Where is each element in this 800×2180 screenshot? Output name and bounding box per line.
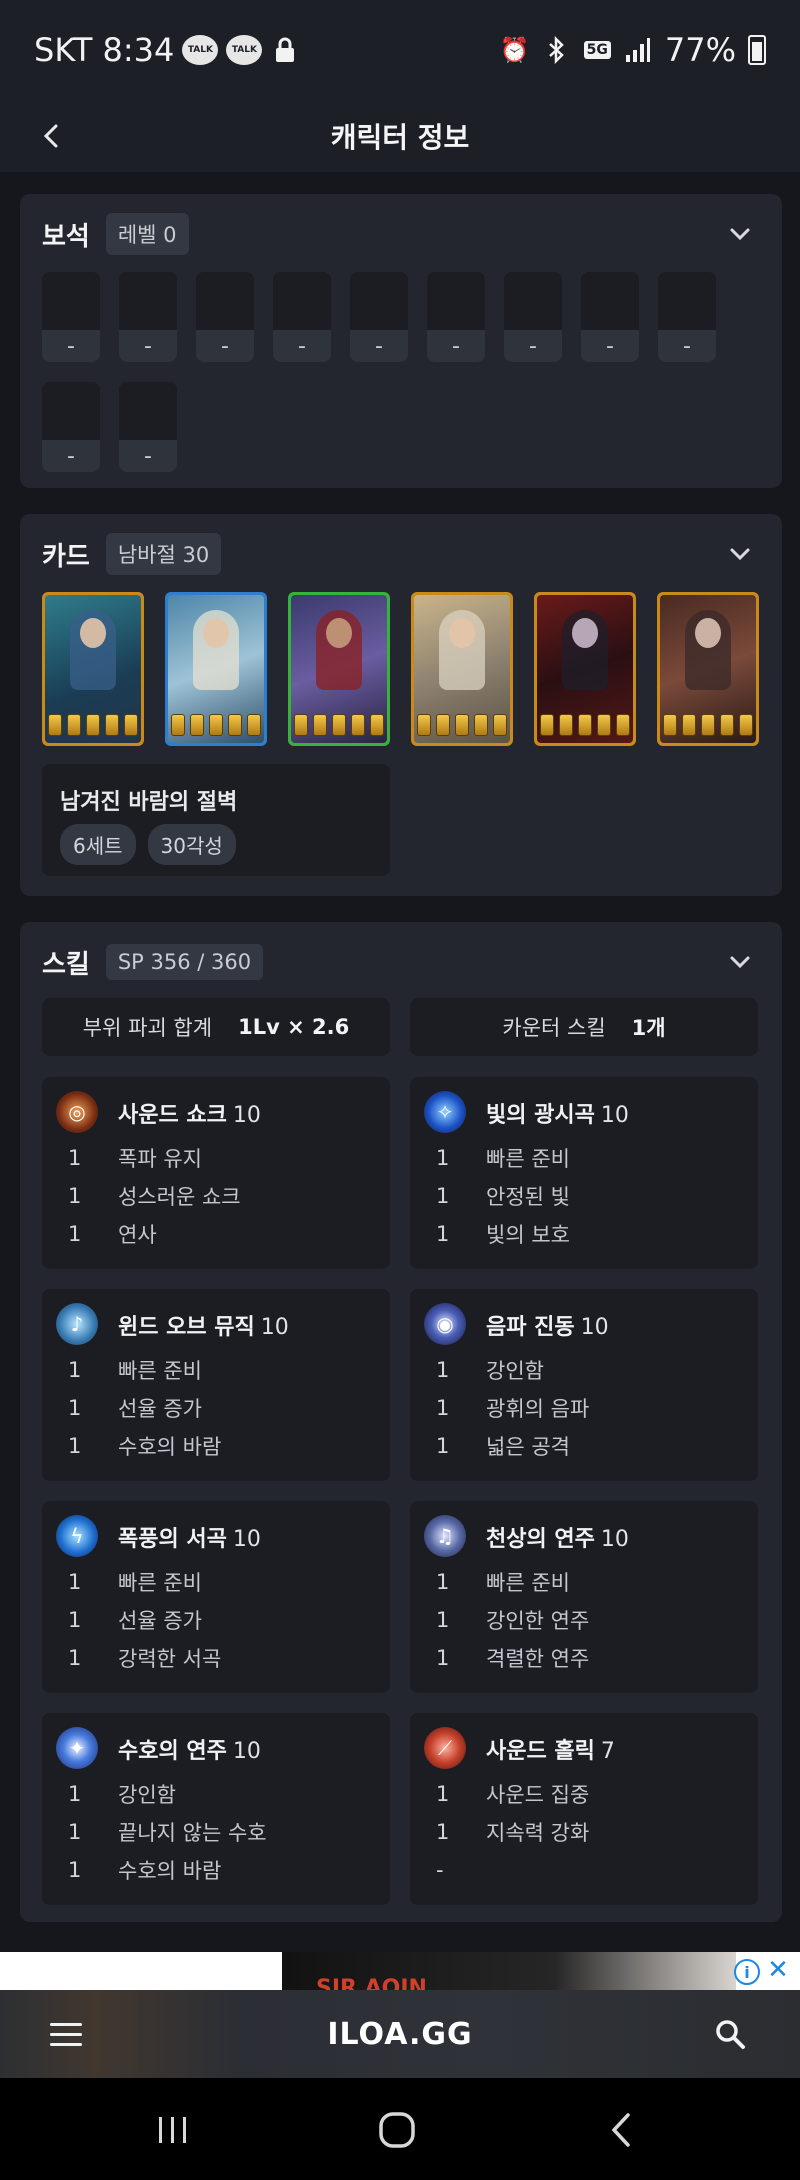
alarm-icon: ⏰ — [499, 36, 530, 64]
awakening-gems — [171, 714, 261, 736]
gems-section: 보석 레벨 0 - - - - - - - - - - - — [20, 194, 782, 488]
card-tile[interactable] — [411, 592, 513, 746]
skill-card[interactable]: ✦ 수호의 연주 10 1 강인함 1 끝나지 않는 수호 1 수호의 바람 — [42, 1713, 390, 1905]
gem-slot[interactable]: - — [504, 272, 562, 362]
skill-card[interactable]: ◉ 음파 진동 10 1 강인함 1 광휘의 음파 1 넓은 공격 — [410, 1289, 758, 1481]
skill-card[interactable]: ◎ 사운드 쇼크 10 1 폭파 유지 1 성스러운 쇼크 1 연사 — [42, 1077, 390, 1269]
gem-slot[interactable]: - — [350, 272, 408, 362]
battery-icon — [748, 35, 766, 65]
gem-slot[interactable]: - — [196, 272, 254, 362]
sound-holic-icon: ⟋ — [424, 1727, 466, 1769]
set-count-tag: 6세트 — [60, 824, 136, 865]
page-title: 캐릭터 정보 — [330, 121, 470, 154]
gem-slot[interactable]: - — [581, 272, 639, 362]
gem-slot[interactable]: - — [119, 272, 177, 362]
card-set-box: 남겨진 바람의 절벽 6세트 30각성 — [42, 764, 390, 876]
ad-close-icon[interactable]: ✕ — [764, 1955, 792, 1985]
chevron-down-icon[interactable] — [720, 214, 760, 254]
prelude-of-storm-icon: ϟ — [56, 1515, 98, 1557]
ad-banner[interactable]: SIR AQIN i ✕ — [0, 1952, 800, 1990]
gem-slot[interactable]: - — [427, 272, 485, 362]
cards-title: 카드 — [42, 541, 90, 572]
card-set-name: 남겨진 바람의 절벽 — [60, 790, 238, 815]
wind-of-music-icon: ♪ — [56, 1303, 98, 1345]
awakening-gems — [540, 714, 630, 736]
card-set-pill: 남바절 30 — [105, 533, 222, 575]
app-bar: 캐릭터 정보 — [0, 100, 800, 172]
system-nav-bar — [0, 2078, 800, 2180]
home-icon[interactable] — [372, 2108, 422, 2152]
card-tile[interactable] — [42, 592, 144, 746]
awakening-tag: 30각성 — [147, 824, 236, 865]
lock-icon — [270, 35, 300, 65]
signal-icon — [623, 35, 653, 65]
rhapsody-of-light-icon: ✧ — [424, 1091, 466, 1133]
recent-apps-icon[interactable] — [148, 2108, 198, 2152]
card-tile[interactable] — [534, 592, 636, 746]
card-tile[interactable] — [657, 592, 759, 746]
ad-creative[interactable]: SIR AQIN — [282, 1952, 736, 1990]
site-logo[interactable]: ILOA.GG — [327, 2017, 472, 2052]
sonic-vibration-icon: ◉ — [424, 1303, 466, 1345]
awakening-gems — [663, 714, 753, 736]
ad-info-icon[interactable]: i — [734, 1959, 760, 1985]
skill-card[interactable]: ⟋ 사운드 홀릭 7 1 사운드 집중 1 지속력 강화 - — [410, 1713, 758, 1905]
back-nav-icon[interactable] — [596, 2108, 646, 2152]
skills-title: 스킬 — [42, 949, 90, 980]
chevron-down-icon[interactable] — [720, 942, 760, 982]
card-tile[interactable] — [165, 592, 267, 746]
heavenly-tune-icon: ♫ — [424, 1515, 466, 1557]
battery-percent: 77% — [664, 31, 736, 69]
gems-title: 보석 — [42, 221, 90, 252]
skill-card[interactable]: ϟ 폭풍의 서곡 10 1 빠른 준비 1 선율 증가 1 강력한 서곡 — [42, 1501, 390, 1693]
skill-card[interactable]: ✧ 빛의 광시곡 10 1 빠른 준비 1 안정된 빛 1 빛의 보호 — [410, 1077, 758, 1269]
counter-skill-stat: 카운터 스킬 1개 — [410, 998, 758, 1056]
skill-card[interactable]: ♫ 천상의 연주 10 1 빠른 준비 1 강인한 연주 1 격렬한 연주 — [410, 1501, 758, 1693]
weak-point-stat: 부위 파괴 합계 1Lv × 2.6 — [42, 998, 390, 1056]
back-arrow-icon[interactable] — [30, 114, 74, 158]
gems-level-pill: 레벨 0 — [105, 213, 189, 255]
chevron-down-icon[interactable] — [720, 534, 760, 574]
card-tile[interactable] — [288, 592, 390, 746]
gem-slot[interactable]: - — [658, 272, 716, 362]
kakaotalk-notification-icon: TALK — [226, 35, 263, 65]
search-icon[interactable] — [708, 2012, 752, 2056]
carrier-time: SKT 8:34 — [34, 31, 175, 69]
skill-points-pill: SP 356 / 360 — [105, 944, 264, 980]
gem-slot[interactable]: - — [273, 272, 331, 362]
bluetooth-icon — [542, 35, 572, 65]
gem-slot[interactable]: - — [42, 382, 100, 472]
sound-shock-icon: ◎ — [56, 1091, 98, 1133]
gem-slot[interactable]: - — [119, 382, 177, 472]
awakening-gems — [48, 714, 138, 736]
awakening-gems — [294, 714, 384, 736]
awakening-gems — [417, 714, 507, 736]
guardian-tune-icon: ✦ — [56, 1727, 98, 1769]
skill-card[interactable]: ♪ 윈드 오브 뮤직 10 1 빠른 준비 1 선율 증가 1 수호의 바람 — [42, 1289, 390, 1481]
network-5g-icon: 5G — [583, 41, 611, 59]
gem-slot[interactable]: - — [42, 272, 100, 362]
site-nav-bar: ILOA.GG — [0, 1990, 800, 2078]
hamburger-menu-icon[interactable] — [50, 2014, 90, 2054]
kakaotalk-notification-icon: TALK — [182, 35, 219, 65]
status-bar: SKT 8:34 TALK TALK ⏰ 5G 77% — [0, 0, 800, 100]
